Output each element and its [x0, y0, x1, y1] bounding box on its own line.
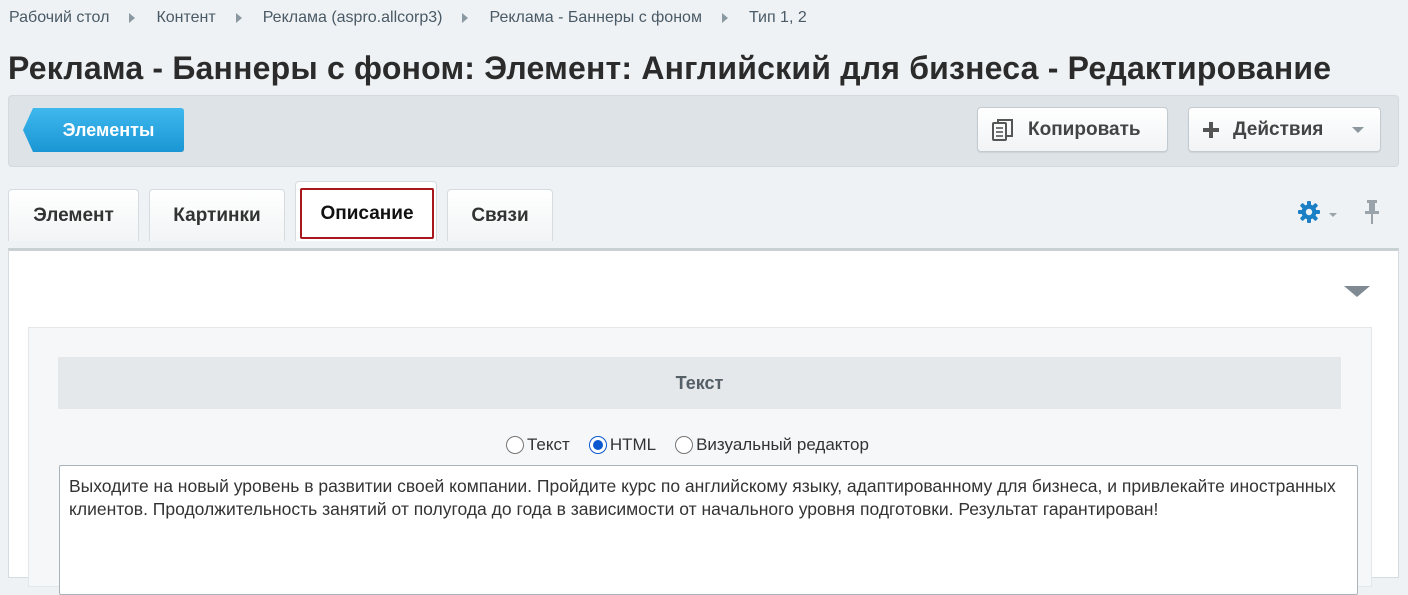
- copy-icon: [992, 118, 1014, 142]
- chevron-down-icon: [1329, 212, 1337, 217]
- tab-tools: [1297, 199, 1381, 230]
- breadcrumb-separator-icon: [721, 13, 728, 23]
- pin-icon[interactable]: [1363, 199, 1381, 230]
- actions-button-label: Действия: [1233, 118, 1324, 140]
- tab-content-panel: Текст Текст HTML Визуальный редактор Вых…: [8, 248, 1399, 595]
- tab-links[interactable]: Связи: [447, 189, 553, 241]
- editor-mode-group: Текст HTML Визуальный редактор: [506, 435, 888, 455]
- breadcrumb-separator-icon: [235, 13, 242, 23]
- toolbar: Элементы Копировать Действия: [8, 95, 1399, 167]
- elements-back-button[interactable]: Элементы: [23, 108, 184, 152]
- text-section: Текст Текст HTML Визуальный редактор Вых…: [28, 327, 1372, 595]
- breadcrumb-item-content[interactable]: Контент: [156, 9, 215, 27]
- description-textarea[interactable]: Выходите на новый уровень в развитии сво…: [59, 465, 1358, 595]
- copy-button[interactable]: Копировать: [977, 107, 1168, 152]
- mode-html-radio[interactable]: [588, 436, 607, 454]
- tab-element[interactable]: Элемент: [8, 189, 139, 241]
- tab-description[interactable]: Описание: [295, 181, 437, 241]
- breadcrumb-item-type[interactable]: Тип 1, 2: [749, 9, 807, 27]
- plus-icon: [1203, 121, 1219, 138]
- mode-html-label: HTML: [609, 435, 657, 454]
- tab-description-label: Описание: [300, 188, 434, 239]
- tab-settings-button[interactable]: [1297, 200, 1337, 229]
- breadcrumb-separator-icon: [129, 13, 136, 23]
- collapse-arrow-icon[interactable]: [1344, 286, 1370, 297]
- breadcrumb-separator-icon: [462, 13, 469, 23]
- mode-visual-label: Визуальный редактор: [696, 435, 869, 454]
- chevron-down-icon: [1352, 127, 1364, 133]
- actions-dropdown-button[interactable]: Действия: [1188, 107, 1381, 152]
- mode-visual-option[interactable]: Визуальный редактор: [675, 435, 869, 455]
- tab-pictures[interactable]: Картинки: [149, 189, 285, 241]
- gear-icon: [1297, 200, 1321, 229]
- mode-text-label: Текст: [527, 435, 570, 454]
- mode-text-radio[interactable]: [506, 436, 524, 454]
- breadcrumb-item-desktop[interactable]: Рабочий стол: [9, 9, 109, 27]
- breadcrumb: Рабочий стол Контент Реклама (aspro.allc…: [9, 8, 807, 28]
- breadcrumb-item-banners[interactable]: Реклама - Баннеры с фоном: [489, 9, 701, 27]
- mode-text-option[interactable]: Текст: [506, 435, 570, 455]
- copy-button-label: Копировать: [1028, 118, 1141, 140]
- mode-visual-radio[interactable]: [675, 436, 694, 454]
- mode-html-option[interactable]: HTML: [588, 435, 657, 455]
- breadcrumb-item-ads[interactable]: Реклама (aspro.allcorp3): [263, 9, 443, 27]
- section-heading: Текст: [58, 357, 1341, 409]
- page-title: Реклама - Баннеры с фоном: Элемент: Англ…: [8, 50, 1332, 86]
